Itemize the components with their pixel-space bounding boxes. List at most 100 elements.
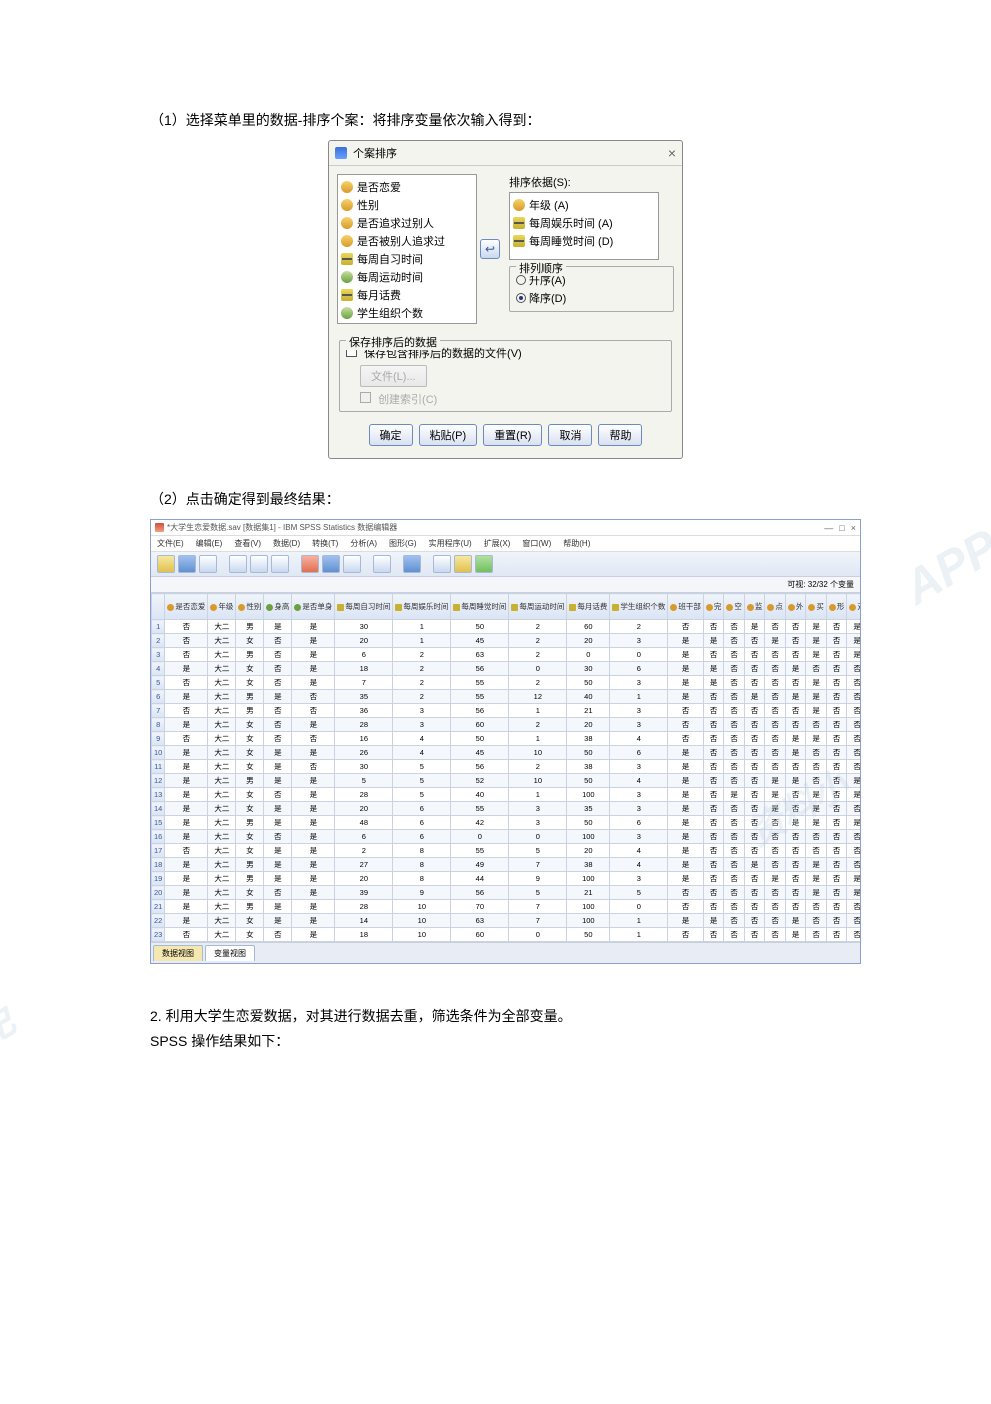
data-cell[interactable]: 否	[765, 648, 786, 662]
data-cell[interactable]: 55	[451, 676, 509, 690]
data-cell[interactable]: 是	[264, 872, 292, 886]
column-header[interactable]: 监	[744, 594, 765, 620]
data-cell[interactable]: 是	[668, 662, 704, 676]
row-header[interactable]: 3	[152, 648, 165, 662]
data-cell[interactable]: 是	[292, 662, 335, 676]
column-header[interactable]: 每月话费	[567, 594, 610, 620]
row-header[interactable]: 16	[152, 830, 165, 844]
data-cell[interactable]: 否	[165, 634, 208, 648]
row-header[interactable]: 11	[152, 760, 165, 774]
close-icon[interactable]: ×	[851, 523, 856, 533]
data-cell[interactable]: 否	[847, 718, 860, 732]
data-cell[interactable]: 50	[567, 816, 610, 830]
data-cell[interactable]: 否	[703, 900, 724, 914]
data-cell[interactable]: 63	[451, 648, 509, 662]
data-cell[interactable]: 是	[668, 676, 704, 690]
column-header[interactable]: 空	[724, 594, 745, 620]
data-cell[interactable]: 是	[165, 718, 208, 732]
data-cell[interactable]: 是	[292, 816, 335, 830]
data-cell[interactable]: 女	[236, 788, 264, 802]
data-cell[interactable]: 10	[509, 746, 567, 760]
data-cell[interactable]: 是	[292, 718, 335, 732]
data-cell[interactable]: 否	[668, 732, 704, 746]
data-cell[interactable]: 是	[165, 746, 208, 760]
data-cell[interactable]: 63	[451, 914, 509, 928]
data-cell[interactable]: 男	[236, 704, 264, 718]
data-cell[interactable]: 是	[668, 802, 704, 816]
data-cell[interactable]: 18	[335, 928, 393, 942]
data-cell[interactable]: 否	[806, 662, 827, 676]
data-cell[interactable]: 20	[567, 634, 610, 648]
data-cell[interactable]: 否	[785, 858, 806, 872]
data-cell[interactable]: 否	[826, 648, 847, 662]
data-cell[interactable]: 否	[785, 872, 806, 886]
column-header[interactable]: 买	[806, 594, 827, 620]
data-cell[interactable]: 否	[724, 704, 745, 718]
data-cell[interactable]: 56	[451, 886, 509, 900]
data-cell[interactable]: 否	[806, 718, 827, 732]
data-cell[interactable]: 是	[264, 774, 292, 788]
data-cell[interactable]: 否	[165, 620, 208, 634]
data-cell[interactable]: 30	[335, 760, 393, 774]
data-cell[interactable]: 是	[292, 858, 335, 872]
data-cell[interactable]: 0	[567, 648, 610, 662]
list-item[interactable]: 是否追求过别人	[341, 214, 473, 232]
row-header[interactable]: 10	[152, 746, 165, 760]
data-cell[interactable]: 否	[703, 844, 724, 858]
data-cell[interactable]: 2	[393, 676, 451, 690]
column-header[interactable]: 每周睡觉时间	[451, 594, 509, 620]
list-item[interactable]: 性别	[341, 196, 473, 214]
data-cell[interactable]: 是	[744, 858, 765, 872]
data-cell[interactable]: 大二	[208, 900, 236, 914]
data-cell[interactable]: 2	[509, 634, 567, 648]
data-cell[interactable]: 2	[509, 620, 567, 634]
column-header[interactable]: 形	[826, 594, 847, 620]
data-cell[interactable]: 否	[744, 718, 765, 732]
data-cell[interactable]: 是	[765, 634, 786, 648]
reset-button[interactable]: 重置(R)	[483, 424, 542, 446]
data-grid[interactable]: 是否恋爱年级性别身高是否单身每周自习时间每周娱乐时间每周睡觉时间每周运动时间每月…	[151, 593, 860, 942]
data-cell[interactable]: 否	[668, 718, 704, 732]
data-cell[interactable]: 3	[393, 704, 451, 718]
data-cell[interactable]: 是	[165, 886, 208, 900]
menu-item[interactable]: 扩展(X)	[484, 538, 511, 549]
data-cell[interactable]: 否	[724, 662, 745, 676]
column-header[interactable]: 性别	[236, 594, 264, 620]
menu-item[interactable]: 实用程序(U)	[429, 538, 472, 549]
data-cell[interactable]: 38	[567, 732, 610, 746]
data-cell[interactable]: 是	[806, 676, 827, 690]
data-cell[interactable]: 否	[765, 816, 786, 830]
row-header[interactable]: 8	[152, 718, 165, 732]
data-cell[interactable]: 5	[393, 774, 451, 788]
list-item[interactable]: 是否恋爱	[341, 178, 473, 196]
data-cell[interactable]: 大二	[208, 886, 236, 900]
data-cell[interactable]: 否	[292, 732, 335, 746]
data-cell[interactable]: 女	[236, 830, 264, 844]
data-cell[interactable]: 8	[393, 872, 451, 886]
toolbar-button[interactable]	[373, 555, 391, 573]
data-cell[interactable]: 是	[165, 858, 208, 872]
data-cell[interactable]: 否	[826, 704, 847, 718]
data-cell[interactable]: 大二	[208, 774, 236, 788]
data-cell[interactable]: 是	[292, 928, 335, 942]
data-cell[interactable]: 否	[165, 676, 208, 690]
data-cell[interactable]: 6	[610, 746, 668, 760]
menubar[interactable]: 文件(E)编辑(E)查看(V)数据(D)转换(T)分析(A)图形(G)实用程序(…	[151, 536, 860, 552]
data-cell[interactable]: 否	[668, 900, 704, 914]
data-cell[interactable]: 3	[610, 830, 668, 844]
data-cell[interactable]: 大二	[208, 648, 236, 662]
data-cell[interactable]: 50	[567, 774, 610, 788]
column-header[interactable]: 对	[847, 594, 860, 620]
data-cell[interactable]: 否	[724, 620, 745, 634]
data-cell[interactable]: 男	[236, 648, 264, 662]
data-cell[interactable]: 大二	[208, 844, 236, 858]
list-item[interactable]: 每月话费	[341, 286, 473, 304]
data-cell[interactable]: 6	[335, 830, 393, 844]
data-cell[interactable]: 是	[806, 620, 827, 634]
data-cell[interactable]: 20	[335, 634, 393, 648]
data-cell[interactable]: 否	[264, 718, 292, 732]
data-cell[interactable]: 否	[724, 676, 745, 690]
data-cell[interactable]: 是	[668, 914, 704, 928]
data-cell[interactable]: 45	[451, 746, 509, 760]
data-cell[interactable]: 否	[744, 746, 765, 760]
